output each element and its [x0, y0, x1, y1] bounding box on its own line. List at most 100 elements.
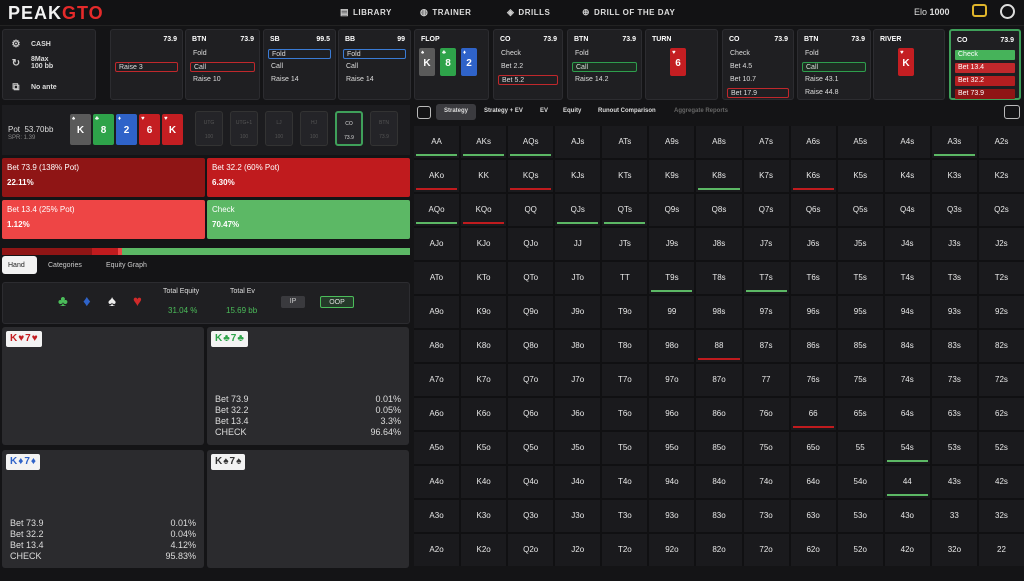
hand-cell[interactable]: 65s: [837, 398, 883, 430]
hand-cell[interactable]: 73o: [743, 500, 789, 532]
action-column-sb[interactable]: SB 99.5 Fold Call Raise 14: [263, 29, 336, 100]
action-column-btn[interactable]: BTN 73.9 Fold Call Raise 10: [185, 29, 260, 100]
hand-cell[interactable]: QJo: [508, 228, 554, 260]
hand-cell[interactable]: Q6s: [790, 194, 836, 226]
nav-library[interactable]: ▤ LIBRARY: [340, 7, 392, 18]
hand-cell[interactable]: K6s: [790, 160, 836, 192]
action-column-co[interactable]: CO 73.9 Check Bet 4.5 Bet 10.7 Bet 17.9: [722, 29, 794, 100]
game-config-panel[interactable]: ⚙ CASH ↻ 8Max 100 bb ⧉ No ante: [2, 29, 96, 100]
hand-cell[interactable]: K2s: [978, 160, 1024, 192]
hand-cell[interactable]: K2o: [461, 534, 507, 566]
action-option[interactable]: Call: [572, 62, 637, 72]
hand-cell[interactable]: A2s: [978, 126, 1024, 158]
hand-cell[interactable]: Q9s: [649, 194, 695, 226]
hand-cell[interactable]: K9s: [649, 160, 695, 192]
action-option[interactable]: Bet 32.2: [955, 76, 1015, 86]
action-option[interactable]: Bet 17.9: [727, 88, 789, 98]
hand-cell[interactable]: J9o: [555, 296, 601, 328]
hand-cell[interactable]: KK: [461, 160, 507, 192]
hand-cell[interactable]: ATo: [414, 262, 460, 294]
copy-icon[interactable]: ⧉: [11, 82, 21, 93]
hand-cell[interactable]: ATs: [602, 126, 648, 158]
hand-cell[interactable]: J9s: [649, 228, 695, 260]
hand-cell[interactable]: KQo: [461, 194, 507, 226]
hand-cell[interactable]: AKo: [414, 160, 460, 192]
hand-cell[interactable]: 99: [649, 296, 695, 328]
hand-cell[interactable]: K9o: [461, 296, 507, 328]
action-summary-box[interactable]: Bet 73.9 (138% Pot) 22.11%: [2, 158, 205, 197]
tab-hand[interactable]: Hand: [8, 262, 25, 269]
hand-cell[interactable]: A7s: [743, 126, 789, 158]
hand-cell[interactable]: AA: [414, 126, 460, 158]
action-option[interactable]: Fold: [572, 49, 637, 59]
hand-combo-card[interactable]: K ♥ 7 ♥: [2, 327, 204, 445]
hand-cell[interactable]: 95s: [837, 296, 883, 328]
hand-cell[interactable]: Q2o: [508, 534, 554, 566]
hand-cell[interactable]: T8o: [602, 330, 648, 362]
action-option[interactable]: Bet 73.9: [955, 89, 1015, 99]
position-co[interactable]: CO 73.9: [335, 111, 363, 146]
hand-cell[interactable]: 76o: [743, 398, 789, 430]
hand-cell[interactable]: A2o: [414, 534, 460, 566]
hand-cell[interactable]: K7o: [461, 364, 507, 396]
hand-cell[interactable]: 32s: [978, 500, 1024, 532]
tab-categories[interactable]: Categories: [48, 262, 82, 269]
hand-cell[interactable]: T7o: [602, 364, 648, 396]
hand-cell[interactable]: T9o: [602, 296, 648, 328]
hand-cell[interactable]: J6s: [790, 228, 836, 260]
hand-cell[interactable]: 76s: [790, 364, 836, 396]
nav-trainer[interactable]: ◍ TRAINER: [420, 7, 471, 18]
action-option[interactable]: Bet 2.2: [498, 62, 558, 72]
action-option[interactable]: Check: [498, 49, 558, 59]
hand-cell[interactable]: Q2s: [978, 194, 1024, 226]
hand-cell[interactable]: QJs: [555, 194, 601, 226]
hand-cell[interactable]: Q4s: [884, 194, 930, 226]
hand-cell[interactable]: 93o: [649, 500, 695, 532]
action-column-co[interactable]: CO 73.9 Check Bet 2.2 Bet 5.2: [493, 29, 563, 100]
hand-cell[interactable]: 95o: [649, 432, 695, 464]
hand-cell[interactable]: T6s: [790, 262, 836, 294]
position-hj[interactable]: HJ 100: [300, 111, 328, 146]
action-option[interactable]: Call: [268, 62, 331, 72]
hand-cell[interactable]: A7o: [414, 364, 460, 396]
hand-cell[interactable]: T7s: [743, 262, 789, 294]
hand-cell[interactable]: 44: [884, 466, 930, 498]
action-summary-box[interactable]: Check 70.47%: [207, 200, 410, 239]
hand-cell[interactable]: 83o: [696, 500, 742, 532]
hand-cell[interactable]: 86o: [696, 398, 742, 430]
action-column-river[interactable]: RIVER ♥ K: [873, 29, 945, 100]
hand-cell[interactable]: T4s: [884, 262, 930, 294]
layout-icon[interactable]: [417, 106, 431, 119]
hand-cell[interactable]: 42o: [884, 534, 930, 566]
hand-cell[interactable]: 86s: [790, 330, 836, 362]
hand-cell[interactable]: T4o: [602, 466, 648, 498]
hand-cell[interactable]: 52s: [978, 432, 1024, 464]
hand-cell[interactable]: AKs: [461, 126, 507, 158]
action-option[interactable]: Raise 14.2: [572, 75, 637, 85]
action-option[interactable]: Bet 10.7: [727, 75, 789, 85]
hand-cell[interactable]: T8s: [696, 262, 742, 294]
hand-cell[interactable]: 96s: [790, 296, 836, 328]
hand-cell[interactable]: JTo: [555, 262, 601, 294]
action-column-turn[interactable]: TURN ♥ 6: [645, 29, 718, 100]
hand-cell[interactable]: 94s: [884, 296, 930, 328]
hand-cell[interactable]: 92s: [978, 296, 1024, 328]
gear-icon[interactable]: ⚙: [11, 39, 21, 50]
hand-cell[interactable]: A4o: [414, 466, 460, 498]
hand-cell[interactable]: AJs: [555, 126, 601, 158]
hand-cell[interactable]: Q7o: [508, 364, 554, 396]
action-option[interactable]: Raise 14: [268, 75, 331, 85]
hand-cell[interactable]: Q8o: [508, 330, 554, 362]
hand-cell[interactable]: J2s: [978, 228, 1024, 260]
action-option[interactable]: [115, 49, 178, 59]
hand-cell[interactable]: 75o: [743, 432, 789, 464]
hand-cell[interactable]: Q9o: [508, 296, 554, 328]
hand-cell[interactable]: A5s: [837, 126, 883, 158]
tab-strategy-ev[interactable]: Strategy + EV: [484, 108, 523, 114]
position-utg[interactable]: UTG 100: [195, 111, 223, 146]
hand-cell[interactable]: 33: [931, 500, 977, 532]
action-column-flop[interactable]: FLOP ♠ K ♣ 8 ♦ 2: [414, 29, 489, 100]
hand-cell[interactable]: 77: [743, 364, 789, 396]
hand-cell[interactable]: A3s: [931, 126, 977, 158]
hand-cell[interactable]: 93s: [931, 296, 977, 328]
